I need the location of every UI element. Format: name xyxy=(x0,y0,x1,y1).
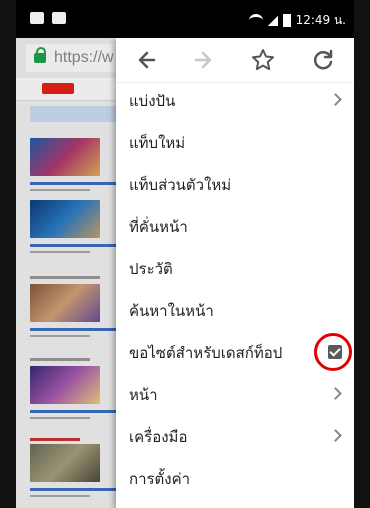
status-bar: 12:49 น. xyxy=(16,0,354,38)
menu-item-page[interactable]: หน้า xyxy=(116,374,354,416)
highlight-circle xyxy=(314,333,352,371)
menu-item-find-in-page[interactable]: ค้นหาในหน้า xyxy=(116,290,354,332)
menu-item-label: แบ่งปัน xyxy=(129,92,176,110)
signal-icon xyxy=(267,15,278,26)
menu-item-request-desktop-site[interactable]: ขอไซต์สำหรับเดสก์ท็อป xyxy=(116,332,354,374)
back-icon[interactable] xyxy=(132,45,162,75)
status-right: 12:49 น. xyxy=(248,11,346,30)
browser-page: https://w แบ่งปัน แท็บใหม่ แท็บส่วนตัวให… xyxy=(16,38,354,508)
notification-icons xyxy=(30,12,66,24)
forward-icon[interactable] xyxy=(188,45,218,75)
phone-screen: 12:49 น. https://w แบ่งปัน แท็บใหม่ แท็บ… xyxy=(16,0,354,508)
menu-item-label: ประวัติ xyxy=(129,260,173,278)
menu-item-share[interactable]: แบ่งปัน xyxy=(116,80,354,122)
menu-item-label: หน้า xyxy=(129,386,158,404)
menu-toolbar xyxy=(116,38,354,83)
chevron-right-icon xyxy=(329,429,342,442)
menu-item-tools[interactable]: เครื่องมือ xyxy=(116,416,354,458)
overflow-menu: แบ่งปัน แท็บใหม่ แท็บส่วนตัวใหม่ ที่คั่น… xyxy=(116,38,354,508)
menu-item-label: ที่คั่นหน้า xyxy=(129,218,188,236)
menu-item-label: เครื่องมือ xyxy=(129,428,188,446)
menu-item-bookmarks[interactable]: ที่คั่นหน้า xyxy=(116,206,354,248)
menu-item-settings[interactable]: การตั้งค่า xyxy=(116,458,354,500)
menu-item-new-private-tab[interactable]: แท็บส่วนตัวใหม่ xyxy=(116,164,354,206)
refresh-icon[interactable] xyxy=(308,45,338,75)
menu-item-history[interactable]: ประวัติ xyxy=(116,248,354,290)
wifi-icon xyxy=(248,14,263,27)
menu-item-label: ขอไซต์สำหรับเดสก์ท็อป xyxy=(129,344,283,362)
clock: 12:49 น. xyxy=(295,13,346,27)
bookmark-star-icon[interactable] xyxy=(248,45,278,75)
menu-item-label: แท็บใหม่ xyxy=(129,134,186,152)
battery-icon xyxy=(282,14,291,27)
image-notification-icon xyxy=(30,12,44,24)
menu-item-new-tab[interactable]: แท็บใหม่ xyxy=(116,122,354,164)
menu-item-label: แท็บส่วนตัวใหม่ xyxy=(129,176,232,194)
menu-item-label: การตั้งค่า xyxy=(129,470,191,488)
menu-item-label: ค้นหาในหน้า xyxy=(129,302,214,320)
chevron-right-icon xyxy=(329,387,342,400)
chevron-right-icon xyxy=(329,93,342,106)
clipboard-check-icon xyxy=(52,12,66,24)
